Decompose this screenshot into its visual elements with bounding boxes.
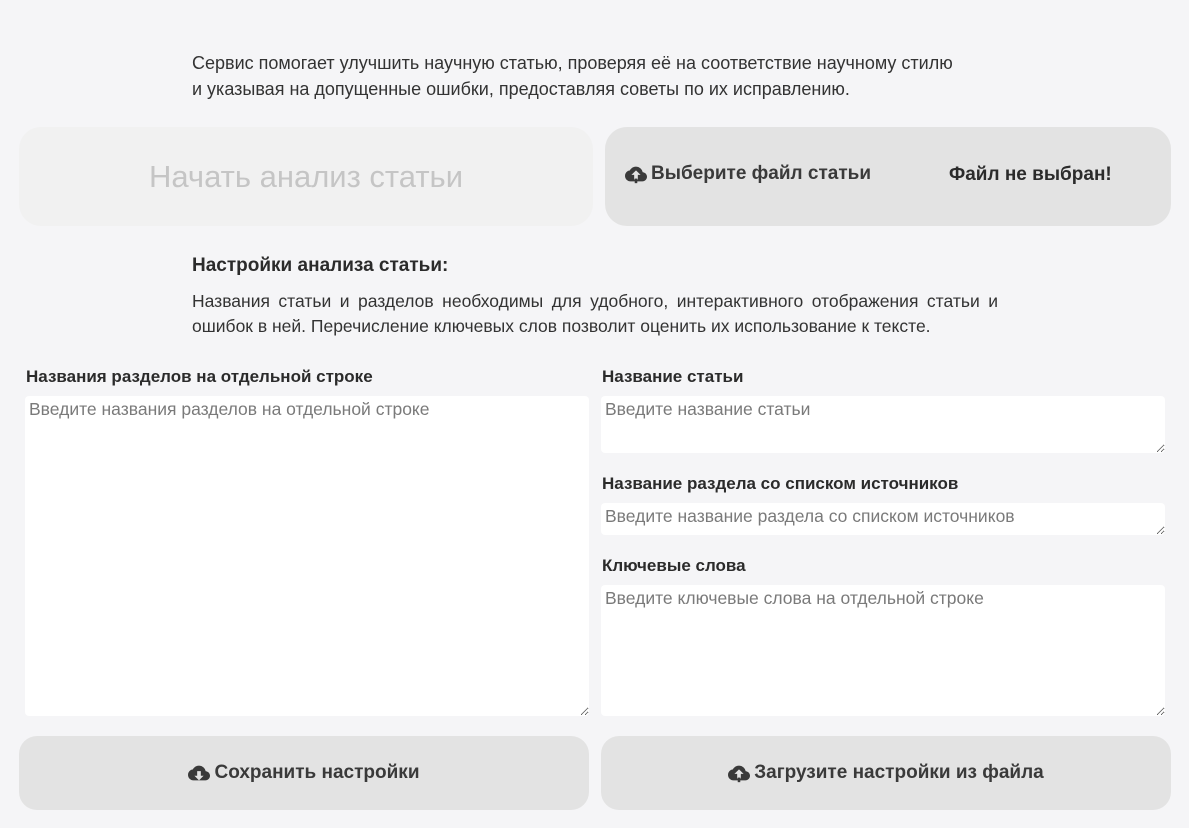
load-settings-button[interactable]: Загрузите настройки из файла (601, 736, 1171, 810)
file-status-text: Файл не выбран! (949, 164, 1112, 185)
settings-description: Названия статьи и разделов необходимы дл… (192, 291, 998, 336)
references-textarea[interactable] (601, 503, 1165, 535)
service-description: Сервис помогает улучшить научную статью,… (192, 50, 998, 102)
references-label: Название раздела со списком источников (602, 474, 959, 493)
service-description-line1: Сервис помогает улучшить научную статью,… (192, 53, 953, 73)
service-description-line2: и указывая на допущенные ошибки, предост… (192, 79, 850, 99)
keywords-textarea[interactable] (601, 585, 1165, 716)
cloud-upload-icon (625, 163, 647, 185)
load-settings-label: Загрузите настройки из файла (754, 762, 1044, 783)
cloud-upload-icon (728, 762, 751, 784)
cloud-download-icon (188, 762, 211, 784)
save-settings-button[interactable]: Сохранить настройки (19, 736, 589, 810)
page: Сервис помогает улучшить научную статью,… (0, 0, 1189, 828)
settings-title: Настройки анализа статьи: (192, 255, 449, 276)
article-title-label: Название статьи (602, 367, 744, 386)
start-analysis-button[interactable]: Начать анализ статьи (19, 127, 593, 226)
article-title-textarea[interactable] (601, 396, 1165, 453)
keywords-label: Ключевые слова (602, 556, 746, 575)
choose-file-label: Выберите файл статьи (651, 163, 872, 184)
file-picker: Выберите файл статьи Файл не выбран! (605, 127, 1171, 226)
choose-file-button[interactable]: Выберите файл статьи (625, 163, 871, 185)
sections-label: Названия разделов на отдельной строке (26, 367, 373, 386)
start-analysis-label: Начать анализ статьи (148, 158, 464, 194)
sections-textarea[interactable] (25, 396, 589, 716)
save-settings-label: Сохранить настройки (214, 762, 420, 783)
